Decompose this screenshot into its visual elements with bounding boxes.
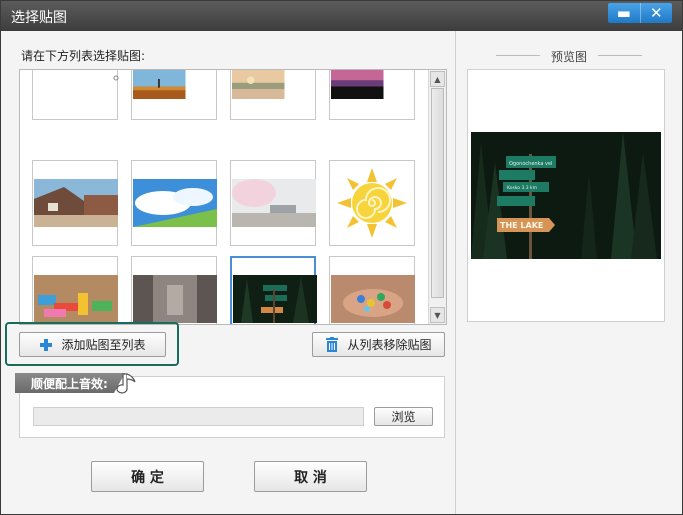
cancel-button[interactable]: 取 消 — [254, 461, 367, 492]
sticker-list-scrollbar[interactable]: ▲ ▼ — [428, 70, 446, 324]
preview-sign-mid: Kosko 3.3 km — [507, 185, 537, 191]
sticker-thumb-lakeside[interactable] — [230, 70, 316, 120]
dusk-image — [331, 70, 384, 99]
sticker-thumb-dusk[interactable] — [329, 70, 415, 120]
preview-sign-bottom: THE LAKE — [500, 221, 543, 230]
remove-sticker-button[interactable]: 从列表移除贴图 — [312, 332, 445, 357]
preview-image: Ogonochenka vel Kosko 3.3 km THE LAKE — [471, 132, 661, 259]
autumn-lake-image — [133, 70, 186, 99]
music-tab-label: 顺便配上音效: — [15, 373, 125, 393]
cherry-blossom-image — [232, 179, 316, 227]
music-note-icon — [116, 373, 136, 394]
marbles-image — [331, 275, 415, 323]
sticker-thumb-anime-village[interactable] — [32, 160, 118, 246]
sticker-thumb-sun[interactable] — [329, 160, 415, 246]
sticker-thumb-forest-signpost[interactable] — [230, 256, 317, 324]
preview-title: 预览图 — [550, 50, 587, 64]
preview-sign-top: Ogonochenka vel — [509, 161, 552, 167]
sticker-thumb-pavement[interactable] — [131, 256, 217, 324]
add-sticker-button[interactable]: 添加贴图至列表 — [19, 332, 166, 357]
title-bar: 选择贴图 ▬ ✕ — [1, 1, 682, 31]
add-sticker-label: 添加贴图至列表 — [61, 338, 146, 352]
scroll-down-button[interactable]: ▼ — [430, 307, 445, 323]
plus-icon — [39, 338, 53, 352]
forest-signpost-image — [233, 275, 317, 323]
trash-icon — [326, 337, 339, 352]
browse-button[interactable]: 浏览 — [374, 407, 433, 426]
scroll-up-button[interactable]: ▲ — [430, 71, 445, 87]
lakeside-image — [232, 70, 285, 99]
anime-village-image — [34, 179, 118, 227]
sticker-list-label: 请在下方列表选择贴图: — [21, 49, 146, 63]
sticker-thumb-blank[interactable] — [32, 70, 119, 120]
dot-icon — [113, 75, 119, 81]
sticker-list: ▲ ▼ — [19, 69, 447, 325]
remove-sticker-label: 从列表移除贴图 — [347, 338, 432, 352]
preview-pane: 预览图 Ogonochenka vel Kosko 3.3 km THE LAK… — [456, 31, 682, 514]
anime-sky-image — [133, 179, 217, 227]
cartoon-sun-icon — [337, 168, 407, 238]
wooden-blocks-image — [34, 275, 118, 323]
sticker-thumb-cherry-blossom[interactable] — [230, 160, 316, 246]
sticker-thumb-anime-sky[interactable] — [131, 160, 217, 246]
pavement-image — [133, 275, 217, 323]
sticker-thumb-marbles[interactable] — [329, 256, 415, 324]
window-title: 选择贴图 — [11, 10, 67, 26]
preview-title-rule-right — [598, 55, 642, 56]
sticker-grid — [20, 70, 428, 324]
sticker-thumb-wooden-blocks[interactable] — [32, 256, 118, 324]
select-sticker-dialog: 选择贴图 ▬ ✕ 请在下方列表选择贴图: ▲ ▼ 添加贴图至列表 从列表移除贴图… — [0, 0, 683, 515]
scroll-thumb[interactable] — [431, 88, 444, 298]
left-pane: 请在下方列表选择贴图: ▲ ▼ 添加贴图至列表 从列表移除贴图 顺便配上音效: … — [1, 31, 455, 514]
window-controls: ▬ ✕ — [608, 3, 672, 23]
sticker-thumb-autumn-lake[interactable] — [131, 70, 217, 120]
sound-path-field[interactable] — [33, 407, 364, 426]
ok-button[interactable]: 确 定 — [91, 461, 204, 492]
minimize-button[interactable]: ▬ — [608, 3, 640, 23]
close-button[interactable]: ✕ — [639, 3, 672, 23]
preview-frame: Ogonochenka vel Kosko 3.3 km THE LAKE — [467, 69, 665, 322]
